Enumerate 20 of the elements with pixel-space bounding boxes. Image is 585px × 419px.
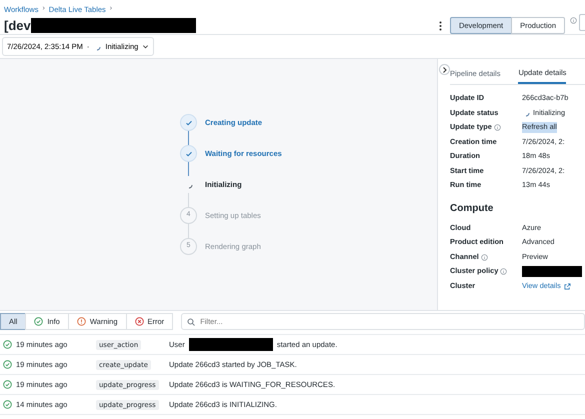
check-circle-icon xyxy=(3,400,12,409)
check-circle-icon xyxy=(3,340,12,349)
collapse-panel-button[interactable] xyxy=(439,64,450,75)
search-icon xyxy=(187,318,196,326)
check-circle-icon xyxy=(3,360,12,369)
button-edge xyxy=(579,14,585,32)
check-circle-icon xyxy=(34,317,44,326)
page-title: [dev xyxy=(4,19,31,32)
warning-circle-icon xyxy=(76,317,86,326)
more-options-icon[interactable] xyxy=(438,20,442,31)
chevron-down-icon xyxy=(142,43,150,50)
error-circle-icon xyxy=(134,317,144,326)
step-check-icon xyxy=(180,145,197,162)
external-link-icon xyxy=(564,282,571,290)
info-icon xyxy=(570,17,577,24)
section-heading: Compute xyxy=(450,202,494,216)
check-circle-icon xyxy=(3,380,12,389)
step-check-icon xyxy=(180,114,197,131)
redacted-block xyxy=(522,266,582,277)
chevron-right-icon xyxy=(442,66,447,72)
